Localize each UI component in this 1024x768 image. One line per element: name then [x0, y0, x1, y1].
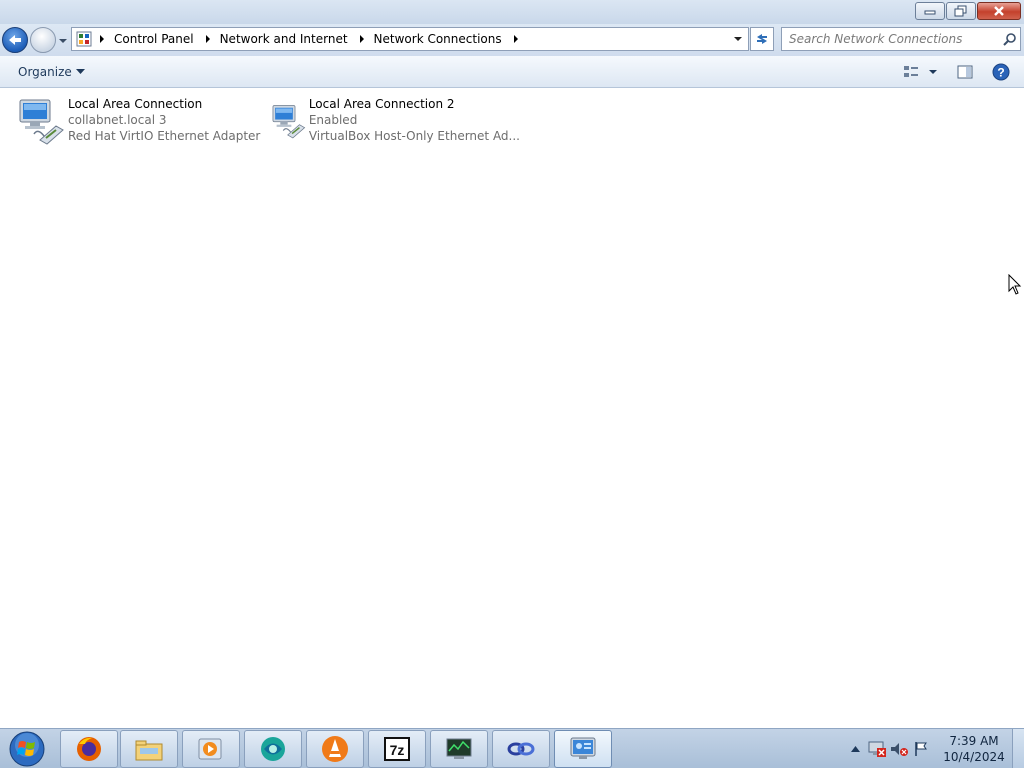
taskbar-7zip-button[interactable]: 7z [368, 730, 426, 768]
taskbar-task-manager-button[interactable] [430, 730, 488, 768]
change-view-button[interactable] [900, 62, 940, 82]
clock-date: 10/4/2024 [943, 750, 1005, 764]
taskbar-vlc-button[interactable] [306, 730, 364, 768]
breadcrumb-control-panel[interactable]: Control Panel [110, 32, 200, 46]
caption-buttons [914, 2, 1021, 20]
browser-icon [261, 737, 285, 761]
system-tray [844, 735, 932, 763]
connection-item[interactable]: Local Area Connection 2 Enabled VirtualB… [270, 96, 520, 146]
flag-icon [915, 742, 927, 756]
volume-muted-icon [891, 743, 908, 756]
tray-network-button[interactable] [866, 738, 888, 760]
connection-item[interactable]: Local Area Connection collabnet.local 3 … [16, 96, 266, 146]
taskbar-explorer-button[interactable] [120, 730, 178, 768]
tray-volume-button[interactable] [888, 738, 910, 760]
breadcrumb-arrow-icon[interactable] [200, 31, 216, 47]
network-connections-list: Local Area Connection collabnet.local 3 … [0, 88, 1024, 728]
connection-name: Local Area Connection [68, 97, 203, 111]
svg-text:?: ? [997, 66, 1004, 80]
control-panel-icon [74, 29, 94, 49]
taskbar-browser-button[interactable] [244, 730, 302, 768]
taskbar: 7z 7:39 AM 10/4/2024 [0, 728, 1024, 768]
search-input[interactable]: Search Network Connections [781, 27, 1021, 51]
address-row: Control Panel Network and Internet Netwo… [0, 24, 1024, 56]
recent-pages-button[interactable] [58, 34, 68, 46]
change-view-icon [904, 66, 937, 77]
connection-status: Enabled [308, 113, 358, 127]
taskbar-firefox-button[interactable] [60, 730, 118, 768]
windows-start-icon [9, 731, 45, 767]
search-icon[interactable] [1000, 29, 1020, 49]
chevron-down-icon [59, 39, 67, 43]
preview-pane-icon [957, 65, 973, 79]
breadcrumb-arrow-icon[interactable] [94, 31, 110, 47]
start-button[interactable] [4, 730, 50, 768]
clock-time: 7:39 AM [949, 734, 999, 748]
breadcrumb-network-connections[interactable]: Network Connections [370, 32, 508, 46]
tray-action-center-button[interactable] [910, 738, 932, 760]
connection-name: Local Area Connection 2 [308, 97, 455, 111]
svg-text:7z: 7z [390, 742, 405, 758]
minimize-icon [924, 10, 936, 15]
restore-icon [954, 5, 967, 17]
back-button[interactable] [2, 27, 28, 53]
chevron-up-icon [850, 746, 860, 752]
app-icon [507, 742, 535, 756]
organize-label: Organize [18, 65, 72, 79]
vlc-icon [322, 736, 348, 762]
network-adapter-icon [19, 99, 64, 145]
breadcrumb-arrow-icon[interactable] [508, 31, 524, 47]
network-error-icon [868, 741, 886, 757]
taskbar-media-player-button[interactable] [182, 730, 240, 768]
help-icon: ? [992, 63, 1010, 81]
forward-button[interactable] [30, 27, 56, 53]
connection-device: VirtualBox Host-Only Ethernet Ad... [308, 129, 520, 143]
refresh-icon [757, 34, 767, 44]
restore-button[interactable] [946, 2, 976, 20]
minimize-button[interactable] [915, 2, 945, 20]
close-icon [994, 6, 1004, 16]
show-hidden-icons-button[interactable] [844, 738, 866, 760]
connection-status: collabnet.local 3 [68, 113, 167, 127]
address-history-dropdown[interactable] [728, 28, 748, 50]
show-desktop-button[interactable] [1012, 729, 1024, 768]
media-player-icon [198, 738, 222, 760]
explorer-icon [135, 740, 163, 761]
network-control-panel-icon [570, 737, 596, 759]
breadcrumb-arrow-icon[interactable] [354, 31, 370, 47]
organize-button[interactable]: Organize [10, 63, 93, 81]
taskbar-app-button[interactable] [492, 730, 550, 768]
connection-device: Red Hat VirtIO Ethernet Adapter [68, 129, 261, 143]
breadcrumb-network-and-internet[interactable]: Network and Internet [216, 32, 354, 46]
help-button[interactable]: ? [991, 62, 1011, 82]
back-arrow-icon [9, 35, 21, 45]
address-bar[interactable]: Control Panel Network and Internet Netwo… [71, 27, 749, 51]
refresh-button[interactable] [750, 27, 774, 51]
command-bar: Organize ? [0, 56, 1024, 88]
chevron-down-icon [75, 69, 85, 74]
system-clock[interactable]: 7:39 AM 10/4/2024 [938, 733, 1010, 765]
preview-pane-button[interactable] [955, 62, 975, 82]
firefox-icon [77, 737, 101, 761]
breadcrumb: Control Panel Network and Internet Netwo… [94, 31, 524, 47]
chevron-down-icon [734, 37, 742, 41]
task-manager-icon [446, 738, 472, 759]
7zip-icon: 7z [384, 737, 410, 761]
mouse-cursor-icon [1008, 274, 1022, 295]
search-placeholder: Search Network Connections [789, 32, 963, 46]
title-bar [0, 0, 1024, 24]
taskbar-network-connections-button[interactable] [554, 730, 612, 768]
network-adapter-icon [272, 105, 306, 139]
close-button[interactable] [977, 2, 1021, 20]
